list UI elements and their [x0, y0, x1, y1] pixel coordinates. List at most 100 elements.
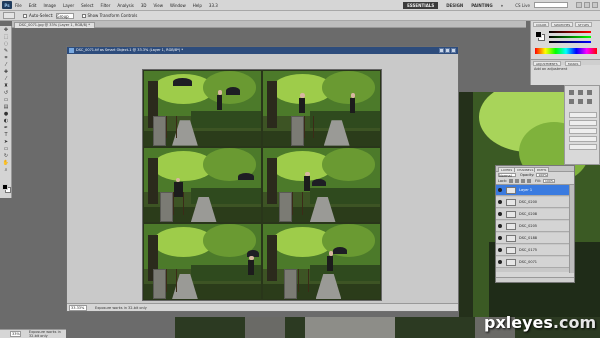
visibility-eye-icon[interactable]: [498, 212, 502, 216]
shape-tool-icon[interactable]: ▭: [2, 146, 10, 152]
cs-live-button[interactable]: CS Live: [515, 3, 530, 8]
tab-swatches[interactable]: SWATCHES: [551, 22, 574, 27]
auto-select-checkbox[interactable]: [23, 13, 27, 18]
menu-analysis[interactable]: Analysis: [117, 3, 133, 8]
menu-filter[interactable]: Filter: [100, 3, 110, 8]
layer-row[interactable]: DSC_0208: [496, 209, 570, 220]
layer-row[interactable]: DSC_0200: [496, 197, 570, 208]
hue-saturation-icon[interactable]: [578, 99, 583, 104]
adjustment-preset-row[interactable]: [569, 136, 597, 142]
layer-row[interactable]: DSC_0205: [496, 221, 570, 232]
document-window[interactable]: DSC_0071.tif as Smart Object-1 @ 33.3% (…: [66, 46, 459, 312]
marquee-tool-icon[interactable]: ⬚: [2, 34, 10, 40]
menu-layer[interactable]: Layer: [63, 3, 74, 8]
healing-brush-tool-icon[interactable]: ✚: [2, 69, 10, 75]
move-tool-preset-icon[interactable]: [3, 12, 15, 19]
visibility-eye-icon[interactable]: [498, 224, 502, 228]
search-input[interactable]: [534, 2, 568, 8]
adjustment-preset-row[interactable]: [569, 112, 597, 118]
visibility-eye-icon[interactable]: [498, 248, 502, 252]
tab-color[interactable]: COLOR: [533, 22, 550, 27]
3d-rotate-tool-icon[interactable]: ↻: [2, 153, 10, 159]
adjustment-preset-row[interactable]: [569, 128, 597, 134]
lock-transparency-icon[interactable]: [509, 179, 514, 183]
blur-tool-icon[interactable]: ●: [2, 111, 10, 117]
quick-select-tool-icon[interactable]: ✎: [2, 48, 10, 54]
eraser-tool-icon[interactable]: ▭: [2, 97, 10, 103]
levels-icon[interactable]: [578, 90, 583, 95]
visibility-eye-icon[interactable]: [498, 188, 502, 192]
workspace-design[interactable]: DESIGN: [446, 3, 463, 8]
document-zoom-field[interactable]: 33.33%: [69, 304, 87, 311]
brightness-icon[interactable]: [569, 90, 574, 95]
document-close-icon[interactable]: [451, 48, 456, 53]
document-minimize-icon[interactable]: [439, 48, 444, 53]
show-transform-checkbox[interactable]: [81, 13, 86, 18]
curves-icon[interactable]: [587, 90, 592, 95]
workspace-essentials[interactable]: ESSENTIALS: [403, 1, 439, 9]
type-tool-icon[interactable]: T: [2, 132, 10, 138]
dodge-tool-icon[interactable]: ◐: [2, 118, 10, 124]
eyedropper-tool-icon[interactable]: ⁄: [2, 62, 10, 68]
hand-tool-icon[interactable]: ✋: [2, 160, 10, 166]
menu-select[interactable]: Select: [81, 3, 93, 8]
layers-scrollbar[interactable]: [569, 185, 574, 273]
green-slider[interactable]: [549, 36, 591, 38]
visibility-eye-icon[interactable]: [498, 260, 502, 264]
document-tab[interactable]: DSC_0071.jpg @ 33% (Layer 1, RGB/8) *: [14, 22, 96, 28]
path-select-tool-icon[interactable]: ➤: [2, 139, 10, 145]
document-title-bar[interactable]: DSC_0071.tif as Smart Object-1 @ 33.3% (…: [67, 47, 458, 54]
photo-collage[interactable]: [142, 69, 382, 301]
blue-slider[interactable]: [549, 41, 591, 43]
tab-masks[interactable]: MASKS: [565, 61, 582, 66]
menu-help[interactable]: Help: [193, 3, 202, 8]
maximize-icon[interactable]: [584, 2, 590, 8]
menu-file[interactable]: File: [15, 3, 22, 8]
brush-tool-icon[interactable]: ⁄: [2, 76, 10, 82]
tab-paths[interactable]: PATHS: [534, 167, 550, 172]
adjustment-preset-row[interactable]: [569, 144, 597, 150]
workspace-more[interactable]: »: [501, 3, 504, 8]
layer-row[interactable]: DSC_0175: [496, 245, 570, 256]
lock-pixels-icon[interactable]: [515, 179, 520, 183]
menu-image[interactable]: Image: [43, 3, 56, 8]
tab-adjustments[interactable]: ADJUSTMENTS: [533, 61, 561, 66]
visibility-eye-icon[interactable]: [498, 236, 502, 240]
visibility-eye-icon[interactable]: [498, 200, 502, 204]
auto-select-dropdown[interactable]: Group: [55, 12, 74, 19]
crop-tool-icon[interactable]: ⌗: [2, 55, 10, 61]
workspace-painting[interactable]: PAINTING: [471, 3, 492, 8]
menu-3d[interactable]: 3D: [141, 3, 147, 8]
layer-row[interactable]: DSC_0188: [496, 233, 570, 244]
vibrance-icon[interactable]: [569, 99, 574, 104]
layer-row[interactable]: Layer 1: [496, 185, 570, 196]
menu-edit[interactable]: Edit: [29, 3, 37, 8]
close-icon[interactable]: [592, 2, 598, 8]
app-zoom-field[interactable]: 33%: [10, 331, 21, 337]
color-spectrum[interactable]: [535, 48, 597, 54]
gradient-tool-icon[interactable]: ▤: [2, 104, 10, 110]
document-maximize-icon[interactable]: [445, 48, 450, 53]
zoom-level[interactable]: 33.3: [209, 3, 218, 8]
blend-mode-dropdown[interactable]: Normal: [498, 173, 516, 178]
tab-layers[interactable]: LAYERS: [498, 167, 516, 172]
tab-styles[interactable]: STYLES: [575, 22, 593, 27]
lock-all-icon[interactable]: [527, 179, 532, 183]
opacity-field[interactable]: 100%: [536, 173, 549, 177]
panel-foreground-swatch[interactable]: [535, 31, 542, 38]
minimize-icon[interactable]: [576, 2, 582, 8]
menu-view[interactable]: View: [154, 3, 164, 8]
layer-row[interactable]: DSC_0071: [496, 257, 570, 268]
zoom-tool-icon[interactable]: ⌕: [2, 167, 10, 173]
pen-tool-icon[interactable]: ✒: [2, 125, 10, 131]
menu-window[interactable]: Window: [170, 3, 186, 8]
color-balance-icon[interactable]: [587, 99, 592, 104]
red-slider[interactable]: [549, 31, 591, 33]
clone-stamp-tool-icon[interactable]: ♜: [2, 83, 10, 89]
history-brush-tool-icon[interactable]: ↺: [2, 90, 10, 96]
foreground-color-swatch[interactable]: [2, 184, 8, 190]
adjustment-preset-row[interactable]: [569, 120, 597, 126]
move-tool-icon[interactable]: ✥: [2, 27, 10, 33]
document-canvas[interactable]: [67, 54, 458, 303]
lock-position-icon[interactable]: [521, 179, 526, 183]
